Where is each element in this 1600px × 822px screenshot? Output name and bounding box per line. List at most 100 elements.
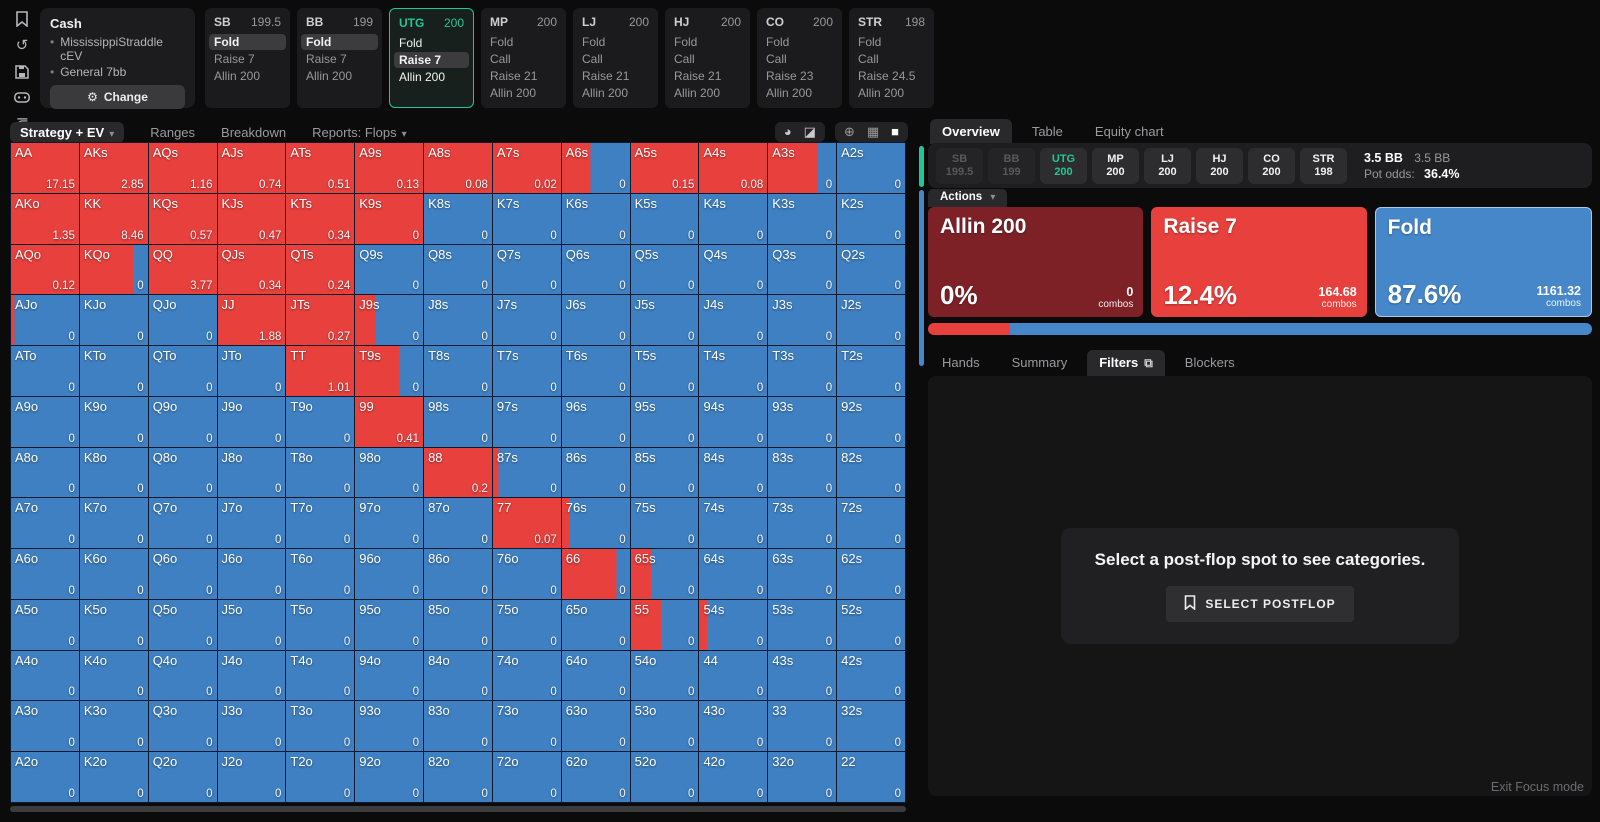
hand-cell-86s[interactable]: 86s 0 <box>561 447 630 498</box>
hand-cell-a4o[interactable]: A4o 0 <box>11 650 79 701</box>
toolbar-tab-strategy-ev[interactable]: Strategy + EV ▾ <box>10 121 125 143</box>
hand-cell-kjs[interactable]: KJs 0.47 <box>217 193 286 244</box>
hand-cell-43o[interactable]: 43o 0 <box>699 701 768 752</box>
action-option[interactable]: Raise 21 <box>577 68 654 84</box>
hand-cell-jto[interactable]: JTo 0 <box>217 346 286 396</box>
hand-cell-95o[interactable]: 95o 0 <box>355 599 424 650</box>
hand-cell-84s[interactable]: 84s 0 <box>699 447 768 498</box>
hand-cell-93o[interactable]: 93o 0 <box>355 701 424 752</box>
hand-cell-53s[interactable]: 53s 0 <box>768 599 837 650</box>
hand-cell-92o[interactable]: 92o 0 <box>355 752 424 802</box>
action-option[interactable]: Fold <box>209 34 286 50</box>
hand-cell-t6s[interactable]: T6s 0 <box>561 346 630 396</box>
toolbar-tab-ranges[interactable]: Ranges <box>150 125 195 140</box>
hand-cell-73o[interactable]: 73o 0 <box>492 701 561 752</box>
action-option[interactable]: Allin 200 <box>209 68 286 84</box>
toolbar-tab-breakdown[interactable]: Breakdown <box>221 125 286 140</box>
hand-cell-42o[interactable]: 42o 0 <box>699 752 768 802</box>
hand-cell-j2s[interactable]: J2s 0 <box>837 295 905 346</box>
hand-cell-t9o[interactable]: T9o 0 <box>286 396 355 447</box>
hand-cell-q2s[interactable]: Q2s 0 <box>837 244 905 295</box>
hand-cell-87s[interactable]: 87s 0 <box>492 447 561 498</box>
hand-cell-q6o[interactable]: Q6o 0 <box>148 549 217 599</box>
hand-cell-t3s[interactable]: T3s 0 <box>768 346 837 396</box>
hand-cell-64o[interactable]: 64o 0 <box>561 650 630 701</box>
action-option[interactable]: Allin 200 <box>761 85 838 101</box>
hand-cell-kqo[interactable]: KQo 0 <box>79 244 148 295</box>
hand-cell-tt[interactable]: TT 1.01 <box>286 346 355 396</box>
toolbar-tab-reports-flops[interactable]: Reports: Flops ▾ <box>312 125 407 140</box>
position-badge-lj[interactable]: LJ 200 <box>1144 147 1191 184</box>
hand-cell-53o[interactable]: 53o 0 <box>630 701 699 752</box>
hand-cell-q6s[interactable]: Q6s 0 <box>561 244 630 295</box>
hand-cell-k8s[interactable]: K8s 0 <box>424 193 492 244</box>
hand-cell-72s[interactable]: 72s 0 <box>837 498 905 549</box>
exit-focus-mode-link[interactable]: Exit Focus mode <box>1400 780 1584 794</box>
hand-cell-77[interactable]: 77 0.07 <box>492 498 561 549</box>
hand-cell-k5o[interactable]: K5o 0 <box>79 599 148 650</box>
hand-cell-65s[interactable]: 65s 0 <box>630 549 699 599</box>
action-option[interactable]: Raise 21 <box>485 68 562 84</box>
position-panel-mp[interactable]: MP 200 Fold Call Raise 21 Allin 200 <box>481 8 566 108</box>
hand-cell-t5s[interactable]: T5s 0 <box>630 346 699 396</box>
hand-cell-83o[interactable]: 83o 0 <box>424 701 492 752</box>
hand-cell-32s[interactable]: 32s 0 <box>837 701 905 752</box>
hand-cell-kto[interactable]: KTo 0 <box>79 346 148 396</box>
hand-cell-98s[interactable]: 98s 0 <box>424 396 492 447</box>
position-panel-utg[interactable]: UTG 200 Fold Raise 7 Allin 200 <box>389 8 474 108</box>
action-option[interactable]: Raise 21 <box>669 68 746 84</box>
hand-cell-54s[interactable]: 54s 0 <box>699 599 768 650</box>
action-option[interactable]: Fold <box>485 34 562 50</box>
hand-cell-q3s[interactable]: Q3s 0 <box>768 244 837 295</box>
action-option[interactable]: Allin 200 <box>485 85 562 101</box>
action-card-raise-7[interactable]: Raise 7 12.4% 164.68 combos <box>1151 207 1367 317</box>
hand-cell-a2o[interactable]: A2o 0 <box>11 752 79 802</box>
hand-cell-96s[interactable]: 96s 0 <box>561 396 630 447</box>
hand-cell-qq[interactable]: QQ 3.77 <box>148 244 217 295</box>
hand-cell-j8o[interactable]: J8o 0 <box>217 447 286 498</box>
position-badge-str[interactable]: STR 198 <box>1300 147 1347 184</box>
action-option[interactable]: Raise 7 <box>301 51 378 67</box>
position-panel-lj[interactable]: LJ 200 Fold Call Raise 21 Allin 200 <box>573 8 658 108</box>
hand-cell-j6s[interactable]: J6s 0 <box>561 295 630 346</box>
tab-overview[interactable]: Overview <box>930 119 1012 144</box>
hand-cell-t6o[interactable]: T6o 0 <box>286 549 355 599</box>
hand-cell-88[interactable]: 88 0.2 <box>424 447 492 498</box>
hand-cell-j6o[interactable]: J6o 0 <box>217 549 286 599</box>
position-badge-co[interactable]: CO 200 <box>1248 147 1295 184</box>
hand-cell-76s[interactable]: 76s 0 <box>561 498 630 549</box>
hand-cell-kjo[interactable]: KJo 0 <box>79 295 148 346</box>
hand-cell-t3o[interactable]: T3o 0 <box>286 701 355 752</box>
hand-cell-aqs[interactable]: AQs 1.16 <box>148 143 217 193</box>
action-option[interactable]: Allin 200 <box>853 85 930 101</box>
hand-cell-j3s[interactable]: J3s 0 <box>768 295 837 346</box>
hand-cell-q5s[interactable]: Q5s 0 <box>630 244 699 295</box>
hand-cell-k9s[interactable]: K9s 0 <box>355 193 424 244</box>
hand-cell-32o[interactable]: 32o 0 <box>768 752 837 802</box>
hand-cell-t8s[interactable]: T8s 0 <box>424 346 492 396</box>
hand-cell-64s[interactable]: 64s 0 <box>699 549 768 599</box>
hand-cell-42s[interactable]: 42s 0 <box>837 650 905 701</box>
position-badge-hj[interactable]: HJ 200 <box>1196 147 1243 184</box>
hand-cell-83s[interactable]: 83s 0 <box>768 447 837 498</box>
hand-cell-85s[interactable]: 85s 0 <box>630 447 699 498</box>
hand-cell-q8o[interactable]: Q8o 0 <box>148 447 217 498</box>
hand-cell-kts[interactable]: KTs 0.34 <box>286 193 355 244</box>
hand-cell-kqs[interactable]: KQs 0.57 <box>148 193 217 244</box>
hand-cell-jts[interactable]: JTs 0.27 <box>286 295 355 346</box>
bookmark-icon[interactable] <box>13 10 31 28</box>
hand-cell-85o[interactable]: 85o 0 <box>424 599 492 650</box>
action-option[interactable]: Raise 24.5 <box>853 68 930 84</box>
hand-cell-k8o[interactable]: K8o 0 <box>79 447 148 498</box>
hand-cell-66[interactable]: 66 0 <box>561 549 630 599</box>
contrast-circle-icon[interactable]: ◕ <box>784 124 792 140</box>
hand-cell-a9o[interactable]: A9o 0 <box>11 396 79 447</box>
hand-cell-k7o[interactable]: K7o 0 <box>79 498 148 549</box>
hand-cell-a8s[interactable]: A8s 0.08 <box>424 143 492 193</box>
hand-cell-a3s[interactable]: A3s 0 <box>768 143 837 193</box>
action-option[interactable]: Fold <box>761 34 838 50</box>
hand-cell-k3o[interactable]: K3o 0 <box>79 701 148 752</box>
action-card-fold[interactable]: Fold 87.6% 1161.32 combos <box>1374 207 1592 317</box>
position-badge-utg[interactable]: UTG 200 <box>1040 147 1087 184</box>
hand-cell-63o[interactable]: 63o 0 <box>561 701 630 752</box>
